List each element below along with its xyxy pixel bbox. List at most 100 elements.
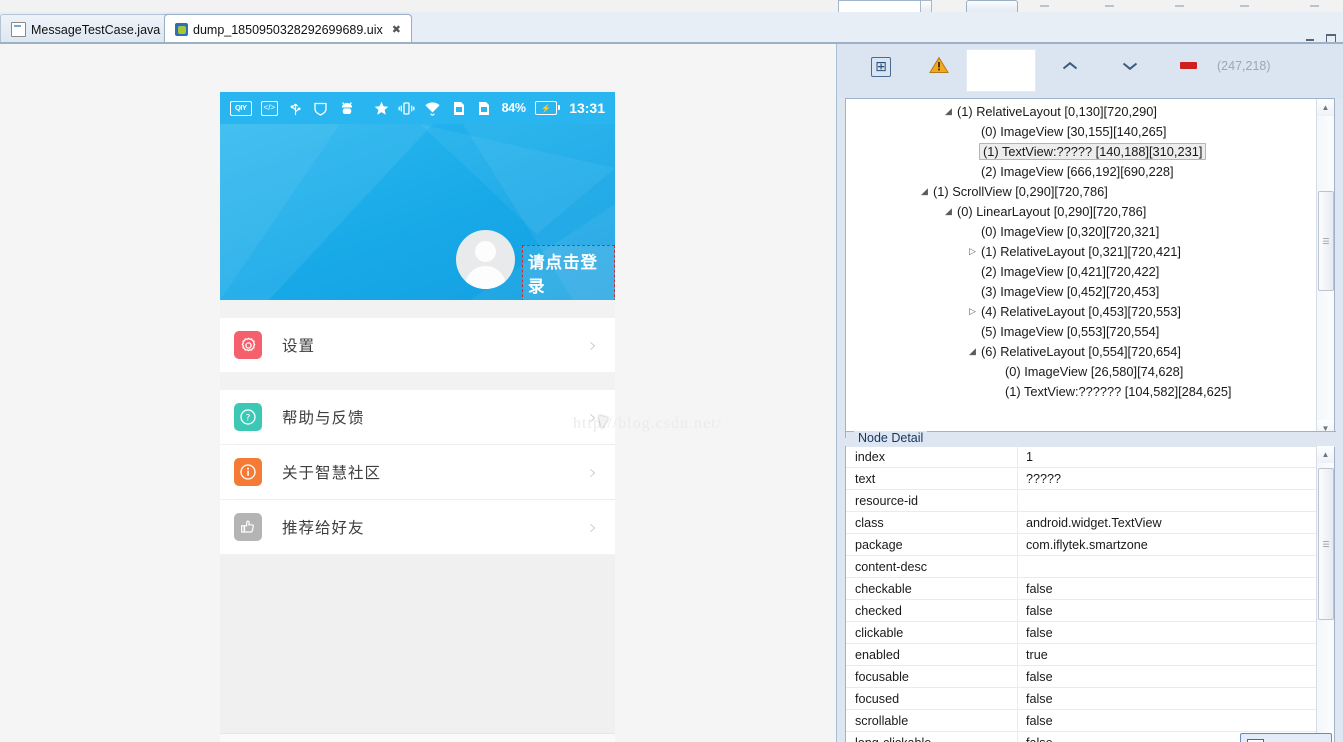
- tree-node[interactable]: ▷ (1) RelativeLayout [0,321][720,421]: [846, 241, 1318, 261]
- menu-label: 帮助与反馈: [282, 410, 365, 427]
- stop-icon[interactable]: [1180, 62, 1197, 69]
- hero-facet-1: [220, 124, 340, 300]
- node-detail-row[interactable]: class android.widget.TextView: [846, 512, 1319, 534]
- tree-node[interactable]: ◢ (1) RelativeLayout [0,130][720,290]: [846, 101, 1318, 121]
- tree-node[interactable]: (0) ImageView [30,155][140,265]: [846, 121, 1318, 141]
- node-detail-key: checked: [846, 600, 1018, 621]
- tree-node[interactable]: (5) ImageView [0,553][720,554]: [846, 321, 1318, 341]
- menu-row-settings[interactable]: 设置 ›: [220, 318, 615, 372]
- node-detail-row[interactable]: checkable false: [846, 578, 1319, 600]
- android-robot-icon: [338, 100, 355, 117]
- tree-node[interactable]: (1) TextView:?????? [104,582][284,625]: [846, 381, 1318, 401]
- menu-row-help-feedback[interactable]: ? 帮助与反馈 ›: [220, 390, 615, 444]
- node-detail-key: content-desc: [846, 556, 1018, 577]
- node-detail-panel: Node Detail index 1 text????? resource-id cl…: [845, 431, 1336, 742]
- toolbar-sep-3: [1175, 5, 1184, 7]
- node-tree[interactable]: ◢ (1) RelativeLayout [0,130][720,290] (0) …: [846, 101, 1318, 401]
- node-detail-value: false: [1018, 736, 1053, 742]
- node-detail-value: android.widget.TextView: [1026, 515, 1162, 530]
- bottom-nav-category[interactable]: 分类: [299, 734, 378, 742]
- tree-node-label: (5) ImageView [0,553][720,554]: [981, 323, 1160, 339]
- bottom-navigation-bar: 首页 分类 推荐: [220, 733, 615, 742]
- chevron-down-icon[interactable]: [1119, 56, 1141, 76]
- svg-text:?: ?: [246, 414, 251, 424]
- bottom-nav-recommend[interactable]: 推荐: [457, 734, 536, 742]
- menu-row-recommend-friend[interactable]: 推荐给好友 ›: [220, 500, 615, 554]
- node-detail-table[interactable]: index 1 text????? resource-id class android.w…: [846, 446, 1319, 742]
- node-detail-title: Node Detail: [854, 431, 928, 445]
- tree-scroll-thumb[interactable]: ☰: [1318, 191, 1334, 291]
- tree-twisty-icon[interactable]: ◢: [966, 346, 979, 357]
- tree-twisty-icon[interactable]: ▷: [966, 246, 979, 257]
- scroll-up-arrow-icon[interactable]: ▲: [1317, 99, 1334, 116]
- status-popup[interactable]: [1240, 733, 1332, 742]
- add-node-icon[interactable]: ⊞: [871, 57, 891, 77]
- menu-label: 关于智慧社区: [282, 465, 382, 482]
- scroll-up-arrow-icon[interactable]: ▲: [1317, 446, 1334, 463]
- thumbs-up-icon: [234, 513, 262, 541]
- tree-node[interactable]: (0) ImageView [26,580][74,628]: [846, 361, 1318, 381]
- login-prompt-textview[interactable]: 请点击登录: [522, 245, 615, 302]
- tree-twisty-icon[interactable]: ▷: [966, 306, 979, 317]
- tree-node-label: (2) ImageView [666,192][690,228]: [981, 163, 1174, 179]
- node-detail-row[interactable]: clickable false: [846, 622, 1319, 644]
- detail-scroll-thumb[interactable]: ☰: [1318, 468, 1334, 620]
- toolbar-sep-5: [1310, 5, 1319, 7]
- node-detail-row[interactable]: enabled true: [846, 644, 1319, 666]
- search-input[interactable]: [966, 49, 1036, 92]
- tree-scrollbar[interactable]: ▲ ☰ ▼: [1316, 99, 1334, 437]
- tree-node[interactable]: ▷ (4) RelativeLayout [0,453][720,553]: [846, 301, 1318, 321]
- node-detail-row[interactable]: resource-id: [846, 490, 1319, 512]
- avatar-head: [475, 241, 496, 262]
- java-file-icon: [11, 22, 26, 37]
- tree-twisty-icon[interactable]: ◢: [942, 106, 955, 117]
- node-detail-row[interactable]: scrollable false: [846, 710, 1319, 732]
- node-detail-key: checkable: [846, 578, 1018, 599]
- tree-node-label: (1) TextView:?????? [104,582][284,625]: [1005, 383, 1232, 399]
- node-detail-row[interactable]: content-desc: [846, 556, 1319, 578]
- charging-bolt-icon: ⚡: [540, 103, 551, 113]
- tree-node[interactable]: (2) ImageView [666,192][690,228]: [846, 161, 1318, 181]
- warning-icon[interactable]: [929, 56, 949, 74]
- code-icon: </>: [260, 100, 279, 116]
- tree-node[interactable]: ◢ (6) RelativeLayout [0,554][720,654]: [846, 341, 1318, 361]
- sim2-icon: [476, 100, 493, 117]
- watermark-text: http://blog.csdn.net/: [573, 415, 722, 432]
- tree-twisty-icon[interactable]: ◢: [918, 186, 931, 197]
- tree-node[interactable]: (3) ImageView [0,452][720,453]: [846, 281, 1318, 301]
- tree-node[interactable]: (0) ImageView [0,320][720,321]: [846, 221, 1318, 241]
- node-detail-key: enabled: [846, 644, 1018, 665]
- node-detail-value: 1: [1026, 449, 1034, 464]
- node-tree-panel[interactable]: ◢ (1) RelativeLayout [0,130][720,290] (0) …: [845, 98, 1335, 438]
- node-detail-row[interactable]: package com.iflytek.smartzone: [846, 534, 1319, 556]
- tree-twisty-icon[interactable]: ◢: [942, 206, 955, 217]
- screenshot-canvas[interactable]: QIY </> 84% ⚡ 13:31 请点击登录 设置 › ? 帮助与反馈 ›…: [0, 44, 836, 742]
- tree-node[interactable]: (1) TextView:????? [140,188][310,231]: [846, 141, 1318, 161]
- chevron-up-icon[interactable]: [1059, 56, 1081, 76]
- bottom-nav-home[interactable]: 首页: [220, 734, 299, 742]
- tree-node[interactable]: ◢ (0) LinearLayout [0,290][720,786]: [846, 201, 1318, 221]
- tab-message-test-case[interactable]: MessageTestCase.java: [0, 14, 172, 44]
- bottom-nav-mine[interactable]: 我的: [536, 734, 615, 742]
- node-detail-scrollbar[interactable]: ▲ ☰: [1316, 446, 1334, 742]
- usb-icon: [287, 100, 304, 117]
- node-detail-row[interactable]: index 1: [846, 446, 1319, 468]
- list-gap-top: [220, 300, 615, 318]
- avatar[interactable]: [456, 230, 515, 289]
- node-detail-row[interactable]: text?????: [846, 468, 1319, 490]
- device-screenshot[interactable]: QIY </> 84% ⚡ 13:31 请点击登录 设置 › ? 帮助与反馈 ›…: [220, 90, 615, 742]
- android-status-bar: QIY </> 84% ⚡ 13:31: [220, 92, 615, 124]
- tree-node[interactable]: ◢ (1) ScrollView [0,290][720,786]: [846, 181, 1318, 201]
- close-icon[interactable]: ✖: [392, 23, 401, 36]
- node-detail-key: index: [846, 446, 1018, 467]
- tree-node-label: (0) ImageView [0,320][720,321]: [981, 223, 1160, 239]
- avatar-body: [465, 266, 506, 289]
- tab-dump-uix[interactable]: dump_1850950328292699689.uix ✖: [164, 14, 412, 45]
- node-detail-row[interactable]: focusable false: [846, 666, 1319, 688]
- node-detail-row[interactable]: checked false: [846, 600, 1319, 622]
- vibrate-icon: [398, 100, 415, 117]
- node-detail-title-bar: Node Detail: [846, 431, 1336, 447]
- node-detail-row[interactable]: focused false: [846, 688, 1319, 710]
- tree-node[interactable]: (2) ImageView [0,421][720,422]: [846, 261, 1318, 281]
- menu-row-about[interactable]: 关于智慧社区 ›: [220, 445, 615, 499]
